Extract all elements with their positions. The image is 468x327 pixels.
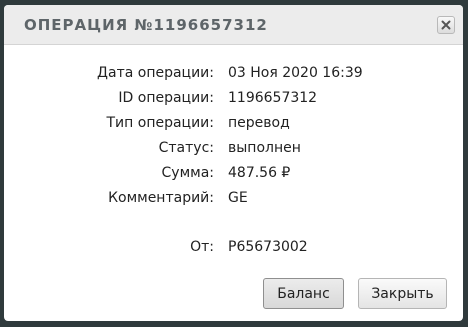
dialog-title: ОПЕРАЦИЯ №1196657312 (24, 16, 268, 34)
close-dialog-button[interactable]: Закрыть (358, 278, 447, 309)
operation-dialog: ОПЕРАЦИЯ №1196657312 Дата операции: 03 Н… (4, 5, 463, 321)
detail-value: выполнен (228, 140, 301, 156)
detail-label: Комментарий: (108, 190, 214, 206)
detail-value: GE (228, 190, 248, 206)
detail-label: Сумма: (161, 165, 214, 181)
close-button[interactable] (437, 16, 455, 34)
detail-row-from: От: P65673002 (4, 235, 463, 259)
close-icon (441, 20, 451, 30)
detail-row-status: Статус: выполнен (4, 136, 463, 160)
detail-value: 487.56 ₽ (228, 165, 291, 181)
detail-label: Дата операции: (97, 65, 214, 81)
detail-row-amount: Сумма: 487.56 ₽ (4, 161, 463, 185)
detail-label: ID операции: (118, 90, 214, 106)
detail-row-type: Тип операции: перевод (4, 111, 463, 135)
detail-label: Статус: (158, 140, 214, 156)
detail-row-id: ID операции: 1196657312 (4, 86, 463, 110)
dialog-titlebar: ОПЕРАЦИЯ №1196657312 (4, 5, 463, 45)
detail-row-date: Дата операции: 03 Ноя 2020 16:39 (4, 61, 463, 85)
detail-label: Тип операции: (106, 115, 215, 131)
detail-value: P65673002 (228, 239, 308, 255)
detail-value: 03 Ноя 2020 16:39 (228, 65, 363, 81)
balance-button[interactable]: Баланс (263, 278, 344, 309)
detail-label: От: (190, 239, 214, 255)
detail-row-comment: Комментарий: GE (4, 186, 463, 210)
detail-value: перевод (228, 115, 290, 131)
detail-value: 1196657312 (228, 90, 318, 106)
